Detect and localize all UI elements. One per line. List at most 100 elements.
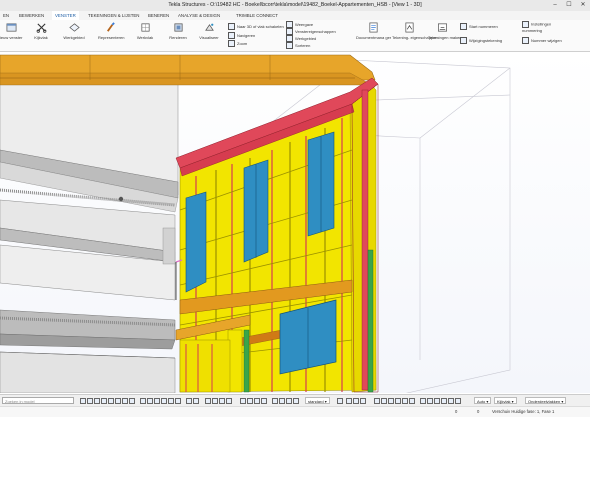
tab-beneren[interactable]: BENEREN [145, 11, 172, 20]
select-grid-icon[interactable] [122, 398, 128, 404]
tab-tekeningen-lijsten[interactable]: TEKENINGEN & LIJSTEN [85, 11, 142, 20]
building-model-canvas[interactable] [0, 52, 590, 393]
inquire-icon[interactable] [441, 398, 447, 404]
move-icon[interactable] [381, 398, 387, 404]
numbering-settings-button[interactable]: Instellingen nummering [522, 21, 562, 33]
workplane-icon [140, 23, 150, 32]
drawing-properties-button[interactable]: Tekening- eigenschappen [392, 22, 438, 40]
select-component-icon[interactable] [101, 398, 107, 404]
snap-face-icon[interactable] [261, 398, 267, 404]
snap-perpendicular-icon[interactable] [168, 398, 174, 404]
info-value-2: 0 [477, 409, 480, 414]
selection-filter-select[interactable]: Onderdeelvlakken ▾ [525, 397, 567, 404]
snap-2d-icon[interactable] [279, 398, 285, 404]
workarea-button[interactable]: Werkgebied [62, 22, 86, 40]
auto-select[interactable]: Auto ▾ [474, 397, 492, 404]
magnet-icon[interactable] [360, 398, 366, 404]
settings-icon[interactable] [337, 398, 343, 404]
snap-ortho-icon[interactable] [286, 398, 292, 404]
tab-trimble-connect[interactable]: TRIMBLE CONNECT [233, 11, 281, 20]
snap-dir-icon[interactable] [293, 398, 299, 404]
workplane-label: Werkvlak [136, 35, 154, 40]
snap-edge-icon[interactable] [254, 398, 260, 404]
render-button[interactable]: Renderen [168, 22, 188, 40]
tab-bewerken[interactable]: BEWERKEN [16, 11, 47, 20]
render-icon [173, 23, 183, 32]
scale-icon[interactable] [402, 398, 408, 404]
window-properties-button[interactable]: Venstereigenschappen [286, 28, 336, 36]
tab-analyse-design[interactable]: ANALYSE & DESIGN [175, 11, 223, 20]
align-icon[interactable] [409, 398, 415, 404]
new-window-icon [6, 23, 16, 32]
grid-toggle-icon[interactable] [353, 398, 359, 404]
clip-plane-button[interactable]: Kijkvlak [32, 22, 50, 40]
sort-button[interactable]: Sorteren [286, 42, 311, 50]
mirror-icon[interactable] [395, 398, 401, 404]
snap-nearest-icon[interactable] [186, 398, 192, 404]
workarea-small-button[interactable]: Werkgebied [286, 35, 317, 43]
snap-grid-icon[interactable] [240, 398, 246, 404]
model-view-3d[interactable] [0, 52, 590, 393]
view-button[interactable]: Weergave [286, 21, 313, 29]
render-label: Renderen [169, 35, 187, 40]
change-number-button[interactable]: Nummer wijzigen [522, 37, 562, 45]
snap-intersection-icon[interactable] [161, 398, 167, 404]
view-mode-select[interactable]: standard ▾ [305, 397, 330, 404]
report-icon[interactable] [448, 398, 454, 404]
snap-free-icon[interactable] [226, 398, 232, 404]
switch-3d-button[interactable]: Naar 3D of vlak schakelen [228, 23, 284, 31]
select-part-icon[interactable] [87, 398, 93, 404]
snap-mid-icon[interactable] [147, 398, 153, 404]
select-point-icon[interactable] [129, 398, 135, 404]
filter-icon[interactable] [455, 398, 461, 404]
minimize-icon[interactable]: – [548, 0, 562, 11]
snap-reference-icon[interactable] [219, 398, 225, 404]
select-bolt-icon[interactable] [108, 398, 114, 404]
snap-geometry-icon[interactable] [212, 398, 218, 404]
snap-plane-icon[interactable] [247, 398, 253, 404]
clash-icon[interactable] [434, 398, 440, 404]
workarea-small-label: Werkgebied [295, 36, 317, 41]
start-numbering-button[interactable]: Start nummeren [460, 23, 498, 31]
select-weld-icon[interactable] [115, 398, 121, 404]
tekla-window: Tekla Structures - O:\19482 HC - Boekel\… [0, 0, 590, 418]
select-assembly-icon[interactable] [94, 398, 100, 404]
snap-override-icon[interactable] [205, 398, 211, 404]
snap-line-icon[interactable] [175, 398, 181, 404]
revision-drawing-button[interactable]: Wijzigingstekening [460, 37, 503, 45]
document-manager-label: Documentmana ger [356, 35, 392, 40]
snap-plane-select[interactable]: Kijkvlak ▾ [494, 397, 517, 404]
new-window-button[interactable]: ieuw venster [0, 22, 22, 40]
zoom-button[interactable]: Zoom [228, 40, 247, 48]
document-manager-button[interactable]: Documentmana ger [356, 22, 392, 40]
maximize-icon[interactable]: ☐ [562, 0, 576, 11]
info-bar: 0 0 Verschuiv Huidige fase: 1, Fase 1 [0, 406, 590, 417]
visualize-icon [204, 23, 214, 31]
lock-icon[interactable] [346, 398, 352, 404]
represent-button[interactable]: Representeren [98, 22, 124, 40]
dimension-icon[interactable] [427, 398, 433, 404]
rotate-icon[interactable] [388, 398, 394, 404]
measure-icon[interactable] [420, 398, 426, 404]
new-window-label: ieuw venster [0, 35, 23, 40]
workplane-button[interactable]: Werkvlak [136, 22, 154, 40]
workarea-icon [68, 23, 80, 32]
snap-3d-icon[interactable] [272, 398, 278, 404]
auto-value: Auto [477, 399, 486, 404]
snap-end-icon[interactable] [140, 398, 146, 404]
create-drawings-icon [437, 23, 447, 32]
navigate-button[interactable]: Navigeren [228, 32, 255, 40]
visualize-button[interactable]: Visualiseer [198, 22, 220, 40]
copy-icon[interactable] [374, 398, 380, 404]
snap-any-icon[interactable] [193, 398, 199, 404]
window-properties-label: Venstereigenschappen [295, 29, 336, 34]
close-icon[interactable]: ✕ [576, 0, 590, 11]
window-title: Tekla Structures - O:\19482 HC - Boekel\… [168, 2, 422, 8]
snap-center-icon[interactable] [154, 398, 160, 404]
create-drawings-button[interactable]: Tekeningen maken [428, 22, 462, 40]
search-input[interactable]: Zoeken in model [2, 397, 74, 404]
revision-drawing-label: Wijzigingstekening [469, 38, 503, 43]
select-icon[interactable] [80, 398, 86, 404]
tab-en[interactable]: EN [0, 11, 12, 20]
sort-label: Sorteren [295, 43, 311, 48]
